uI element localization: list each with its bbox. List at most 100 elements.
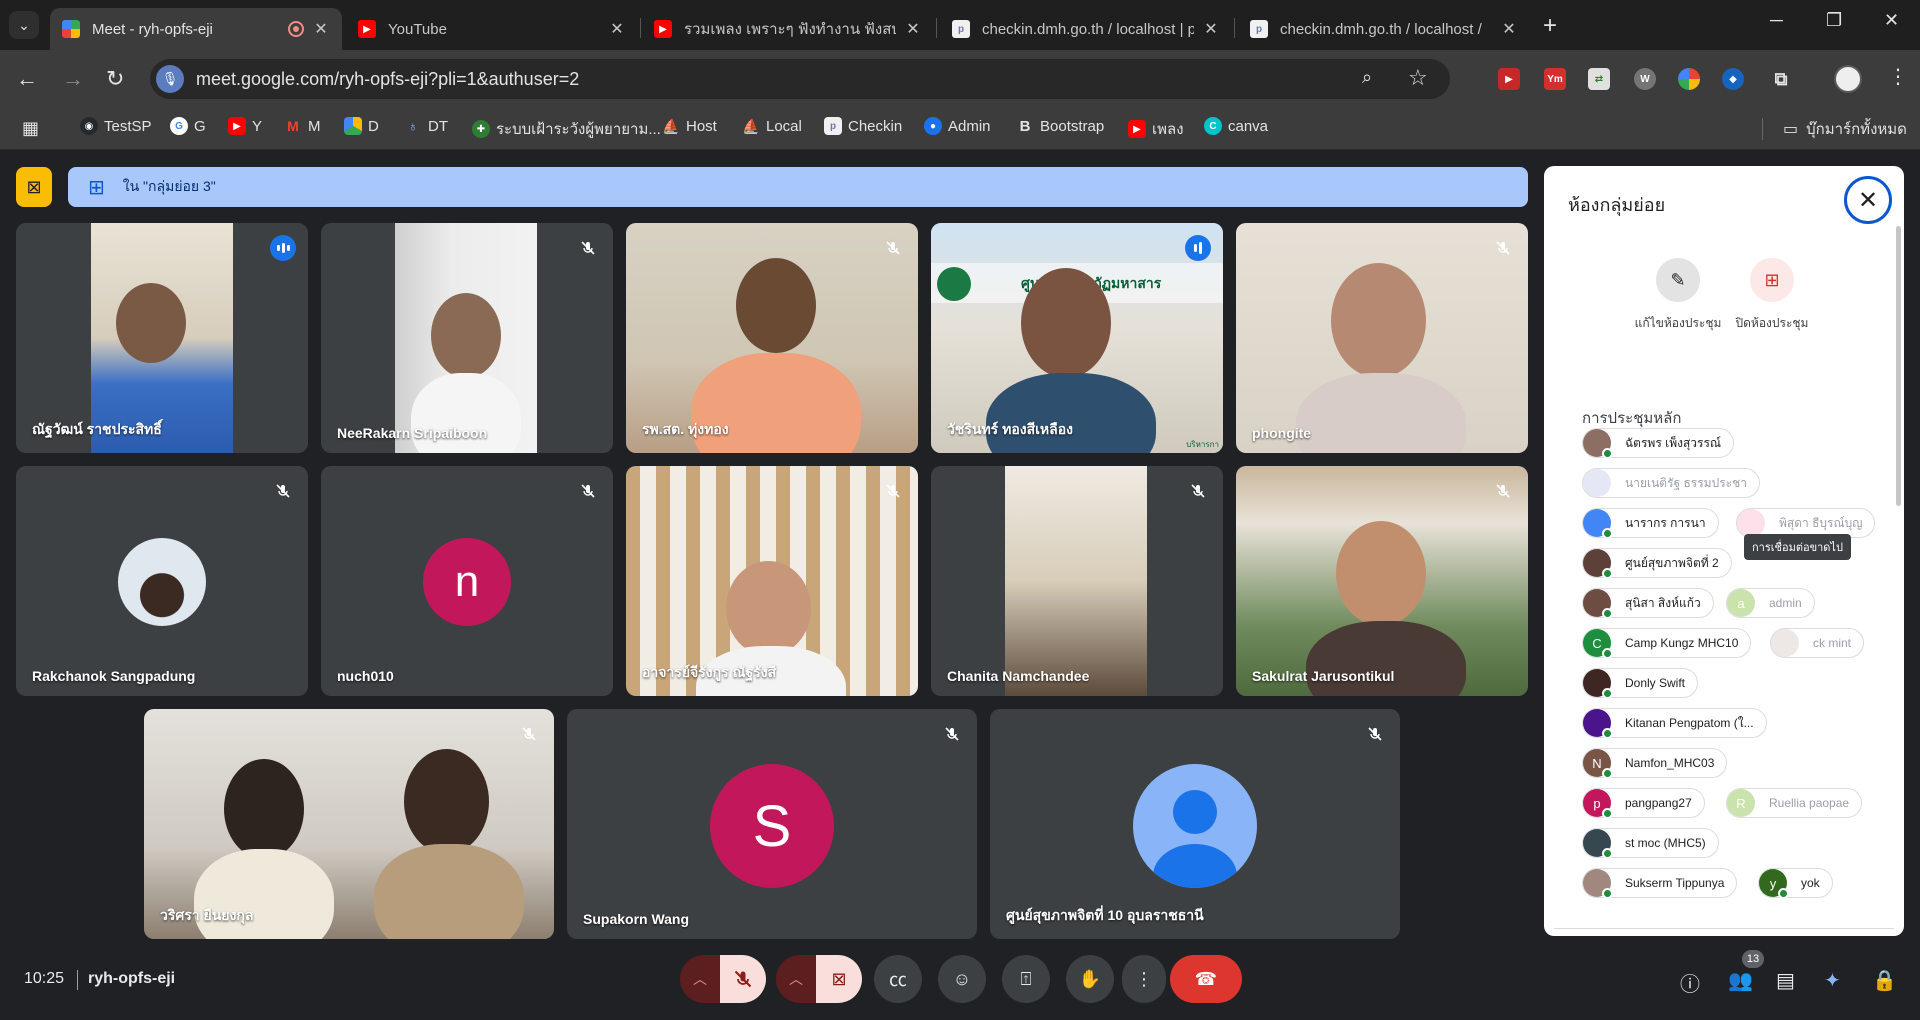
audio-options-button[interactable]: ︿ — [680, 955, 720, 1003]
close-rooms-button[interactable]: ⊞ ปิดห้องประชุม — [1722, 258, 1822, 333]
close-tab-icon[interactable]: ✕ — [608, 19, 626, 39]
participant-chip[interactable]: นายเนติรัฐ ธรรมประชา — [1582, 468, 1760, 498]
tab-checkin-2[interactable]: p checkin.dmh.go.th / localhost / ✕ — [1238, 8, 1530, 50]
address-bar[interactable]: 🎙 meet.google.com/ryh-opfs-eji?pli=1&aut… — [150, 59, 1450, 99]
close-tab-icon[interactable]: ✕ — [1202, 19, 1220, 39]
online-status-icon — [1602, 728, 1613, 739]
participant-tile[interactable]: ศูนย์สุขภาพจิตที่ 10 อุบลราชธานี — [990, 709, 1400, 939]
participant-chip[interactable]: Donly Swift — [1582, 668, 1699, 699]
present-button[interactable]: ⍐ — [1002, 955, 1050, 1003]
tab-music[interactable]: ▶ รวมเพลง เพราะๆ ฟังทำงาน ฟังสบายๆ ✕ — [642, 8, 934, 50]
captions-button[interactable]: ㏄ — [874, 955, 922, 1003]
participant-chip[interactable]: สุนิสา สิงห์แก้ว — [1582, 588, 1714, 619]
bookmark-item[interactable]: MM — [284, 117, 320, 135]
meeting-info-icon[interactable]: ⓘ — [1680, 968, 1700, 997]
more-options-button[interactable]: ⋮ — [1122, 955, 1166, 1003]
participant-tile[interactable]: วริศรา ยืนยงกุล — [144, 709, 554, 939]
participant-tile[interactable]: Rakchanok Sangpadung — [16, 466, 308, 696]
close-tab-icon[interactable]: ✕ — [904, 19, 922, 39]
participant-chip[interactable]: นารากร การนา — [1582, 508, 1719, 539]
bookmark-item[interactable]: ♁ DT — [404, 117, 448, 135]
host-controls-icon[interactable]: 🔒 — [1872, 968, 1897, 993]
panel-scrollbar[interactable] — [1896, 226, 1901, 506]
restore-icon[interactable]: ❐ — [1826, 10, 1842, 31]
participant-chip[interactable]: Kitanan Pengpatom (ใ... — [1582, 708, 1767, 739]
all-bookmarks-folder[interactable]: ▭ บุ๊กมาร์กทั้งหมด — [1783, 117, 1907, 141]
close-window-icon[interactable]: ✕ — [1884, 10, 1899, 31]
bookmark-item[interactable]: Ccanva — [1204, 117, 1268, 135]
extension-icon[interactable] — [1678, 68, 1700, 90]
bookmark-item[interactable]: p Checkin — [824, 117, 902, 135]
chat-icon[interactable]: ▤ — [1776, 968, 1795, 993]
close-panel-button[interactable]: ✕ — [1844, 176, 1892, 224]
new-tab-button[interactable]: + — [1543, 12, 1557, 40]
bookmark-item[interactable]: ⛵ Host — [662, 117, 717, 135]
participant-chip[interactable]: y yok — [1758, 868, 1833, 899]
forward-icon[interactable]: → — [62, 66, 84, 92]
activities-icon[interactable]: ✦ — [1824, 968, 1841, 993]
tab-search-button[interactable]: ⌄ — [9, 11, 39, 39]
participant-chip[interactable]: p pangpang27 — [1582, 788, 1705, 819]
participant-chip[interactable]: C Camp Kungz MHC10 — [1582, 628, 1752, 659]
participant-chip[interactable]: ck mint — [1770, 628, 1865, 658]
participant-chip[interactable]: st moc (MHC5) — [1582, 828, 1719, 859]
participant-chip-name: พิสุดา ธีบุรณ์บุญ — [1779, 515, 1863, 530]
participant-tile[interactable]: Chanita Namchandee — [931, 466, 1223, 696]
close-tab-icon[interactable]: ✕ — [1500, 19, 1518, 39]
bookmark-item[interactable]: ▶ Y — [228, 117, 262, 135]
leave-call-button[interactable]: ☎ — [1170, 955, 1242, 1003]
participant-chip[interactable]: N Namfon_MHC03 — [1582, 748, 1728, 779]
participant-tile[interactable]: S Supakorn Wang — [567, 709, 977, 939]
back-icon[interactable]: ← — [16, 66, 38, 92]
tab-youtube[interactable]: ▶ YouTube ✕ — [346, 8, 638, 50]
participant-chip[interactable]: ศูนย์สุขภาพจิตที่ 2 — [1582, 548, 1732, 579]
tab-meet[interactable]: Meet - ryh-opfs-eji ✕ — [50, 8, 342, 50]
edit-rooms-button[interactable]: ✎ แก้ไขห้องประชุม — [1628, 258, 1728, 333]
participant-tile[interactable]: n nuch010 — [321, 466, 613, 696]
participant-chip[interactable]: a admin — [1726, 588, 1815, 618]
apps-grid-icon[interactable]: ▦ — [22, 118, 39, 139]
breakout-rooms-panel: ห้องกลุ่มย่อย ✕ ✎ แก้ไขห้องประชุม ⊞ ปิดห… — [1544, 166, 1904, 936]
camera-notice-button[interactable]: ⊠ — [16, 167, 52, 207]
extension-icon[interactable]: ◆ — [1722, 68, 1744, 90]
extension-icon[interactable]: ⇄ — [1588, 68, 1610, 90]
tab-checkin-1[interactable]: p checkin.dmh.go.th / localhost | p ✕ — [940, 8, 1232, 50]
participant-tile[interactable]: NeeRakarn Sripaiboon — [321, 223, 613, 453]
profile-avatar[interactable] — [1834, 65, 1862, 93]
close-tab-icon[interactable]: ✕ — [312, 19, 330, 39]
people-icon[interactable]: 👥 — [1728, 968, 1753, 993]
raise-hand-button[interactable]: ✋ — [1066, 955, 1114, 1003]
zoom-icon[interactable]: ⌕ — [1362, 67, 1372, 88]
participant-tile[interactable]: ณัฐวัฒน์ ราชประสิทธิ์ — [16, 223, 308, 453]
bookmark-item[interactable]: GG — [170, 117, 206, 135]
camera-toggle-button[interactable]: ⊠ — [816, 955, 862, 1003]
extension-icon[interactable]: W — [1634, 68, 1656, 90]
extension-icon[interactable]: ▶ — [1498, 68, 1520, 90]
video-options-button[interactable]: ︿ — [776, 955, 816, 1003]
bookmark-item[interactable]: B Bootstrap — [1016, 117, 1105, 135]
minimize-icon[interactable]: ─ — [1770, 10, 1783, 31]
mic-toggle-button[interactable] — [720, 955, 766, 1003]
puzzle-extensions-icon[interactable]: ⧉ — [1770, 68, 1792, 90]
browser-menu-icon[interactable]: ⋮ — [1888, 64, 1908, 89]
participant-tile[interactable]: phongite — [1236, 223, 1528, 453]
extension-icon[interactable]: Ym — [1544, 68, 1566, 90]
reload-icon[interactable]: ↻ — [106, 66, 124, 92]
bookmark-item[interactable]: ⛵ Local — [742, 117, 802, 135]
participant-tile[interactable]: Sakulrat Jarusontikul — [1236, 466, 1528, 696]
bookmark-item[interactable]: ● Admin — [924, 117, 991, 135]
participant-chip[interactable]: R Ruellia paopae — [1726, 788, 1863, 818]
bookmark-item[interactable]: ▶ เพลง — [1128, 117, 1184, 141]
microphone-permission-icon[interactable]: 🎙 — [156, 65, 184, 93]
participant-tile[interactable]: อาจารย์จีรังกูร ณัฐรังสี — [626, 466, 918, 696]
bookmark-star-icon[interactable]: ☆ — [1408, 65, 1428, 91]
bookmark-item[interactable]: ✚ ระบบเฝ้าระวังผู้พยายาม... — [472, 117, 661, 141]
bookmark-item[interactable]: D — [344, 117, 379, 135]
participant-chip[interactable]: Sukserm Tippunya — [1582, 868, 1738, 899]
bookmark-item[interactable]: ◉ TestSP — [80, 117, 152, 135]
reactions-button[interactable]: ☺ — [938, 955, 986, 1003]
participant-chip[interactable]: ฉัตรพร เพ็งสุวรรณ์ — [1582, 428, 1735, 459]
url-text[interactable]: meet.google.com/ryh-opfs-eji?pli=1&authu… — [196, 69, 579, 90]
participant-tile[interactable]: ศูนย์...ยราชภัฏมหาสาร บริหารกา วัชรินทร์… — [931, 223, 1223, 453]
participant-tile[interactable]: รพ.สต. ทุ่งทอง — [626, 223, 918, 453]
